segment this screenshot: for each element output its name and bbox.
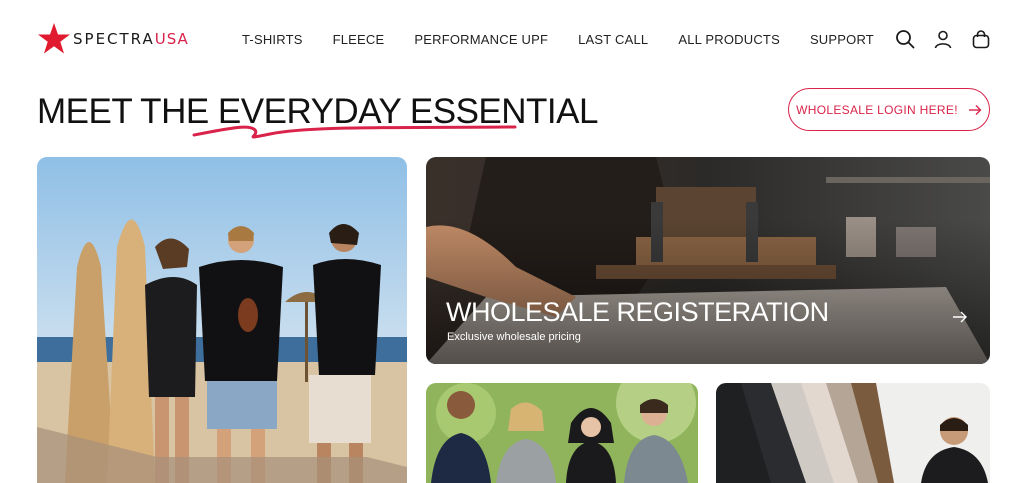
nav-item-all-products[interactable]: ALL PRODUCTS: [678, 32, 780, 47]
wholesale-login-label: WHOLESALE LOGIN HERE!: [796, 102, 958, 117]
arrow-right-icon[interactable]: [952, 310, 968, 324]
nav-item-support[interactable]: SUPPORT: [810, 32, 874, 47]
star-logo-icon: [38, 23, 70, 54]
logo-text-main: SPECTRA: [73, 30, 155, 48]
lifestyle-beach-card[interactable]: [37, 157, 407, 483]
header-icons: [895, 29, 991, 49]
logo-wordmark: SPECTRAUSA: [73, 30, 189, 48]
wholesale-login-button[interactable]: WHOLESALE LOGIN HERE!: [788, 88, 990, 131]
cart-icon[interactable]: [971, 29, 991, 49]
arrow-right-icon: [968, 104, 982, 115]
nav-item-tshirts[interactable]: T-SHIRTS: [242, 32, 303, 47]
wholesale-card-title: WHOLESALE REGISTERATION: [446, 297, 829, 327]
wholesale-card-subtitle: Exclusive wholesale pricing: [447, 331, 581, 343]
wholesale-registration-card[interactable]: WHOLESALE REGISTERATION Exclusive wholes…: [426, 157, 990, 364]
search-icon[interactable]: [895, 29, 915, 49]
group-hoodies-card[interactable]: [426, 383, 698, 483]
spectra-logo[interactable]: SPECTRAUSA: [37, 22, 189, 56]
logo-text-accent: USA: [154, 30, 189, 48]
site-header: SPECTRAUSA T-SHIRTS FLEECE PERFORMANCE U…: [0, 0, 1024, 80]
account-icon[interactable]: [933, 29, 953, 49]
beach-group-photo: [37, 157, 407, 483]
main-nav: T-SHIRTS FLEECE PERFORMANCE UPF LAST CAL…: [242, 32, 904, 47]
headline-underline-swoosh: [192, 125, 517, 139]
clothing-rack-photo: [716, 383, 990, 483]
group-hoodies-photo: [426, 383, 698, 483]
nav-item-last-call[interactable]: LAST CALL: [578, 32, 648, 47]
nav-item-fleece[interactable]: FLEECE: [333, 32, 385, 47]
clothing-rack-card[interactable]: [716, 383, 990, 483]
nav-item-performance-upf[interactable]: PERFORMANCE UPF: [414, 32, 548, 47]
